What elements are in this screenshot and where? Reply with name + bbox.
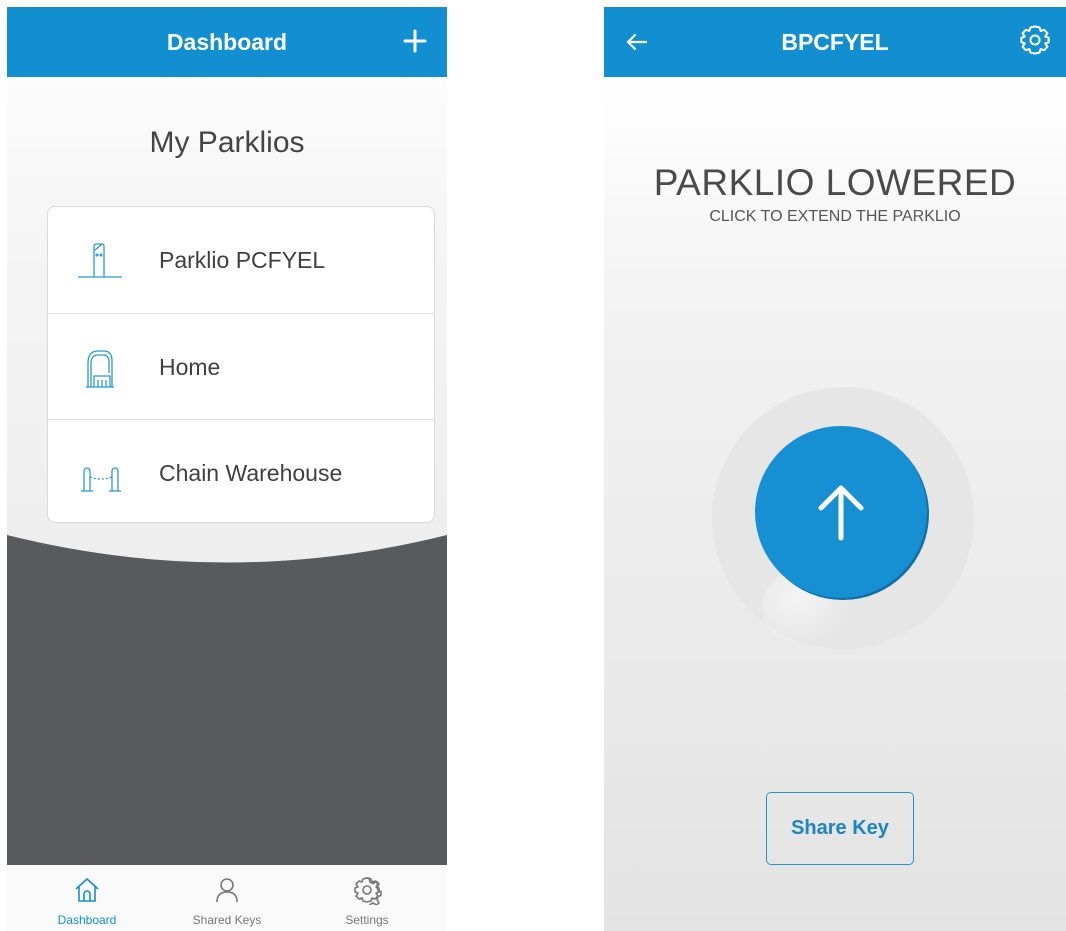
dashboard-app-bar: Dashboard [7, 7, 447, 77]
garage-gate-icon [86, 350, 114, 388]
parklio-list: Parklio PCFYEL Home Chain Warehouse [47, 206, 435, 523]
nav-label: Settings [345, 913, 389, 927]
section-title: My Parklios [149, 126, 305, 159]
nav-label: Dashboard [57, 913, 117, 927]
home-icon [75, 878, 99, 902]
gear-icon [354, 877, 382, 905]
nav-label: Shared Keys [192, 913, 262, 927]
list-item-home[interactable]: Home [48, 313, 434, 420]
status-hint: CLICK TO EXTEND THE PARKLIO [709, 208, 961, 225]
share-key-button[interactable]: Share Key [766, 792, 914, 865]
nav-item-shared-keys[interactable]: Shared Keys [167, 865, 287, 931]
chain-barrier-icon [81, 467, 121, 492]
dashboard-title: Dashboard [166, 29, 288, 55]
user-icon [216, 878, 238, 903]
status-title: PARKLIO LOWERED [653, 162, 1017, 203]
plus-icon[interactable] [399, 25, 431, 57]
extend-parklio-button[interactable] [755, 426, 927, 598]
detail-app-bar: BPCFYEL [604, 7, 1066, 77]
list-item-chain-warehouse[interactable]: Chain Warehouse [48, 419, 434, 522]
gear-icon[interactable] [1018, 23, 1052, 57]
list-item-label: Home [159, 354, 221, 380]
list-item-parklio-pcfyel[interactable]: Parklio PCFYEL [48, 207, 434, 313]
dashboard-screen: Dashboard My Parklios Parklio PCFYEL Hom… [7, 7, 447, 931]
list-item-label: Chain Warehouse [159, 460, 343, 486]
nav-item-settings[interactable]: Settings [307, 865, 427, 931]
detail-title: BPCFYEL [781, 29, 889, 55]
nav-item-dashboard[interactable]: Dashboard [27, 865, 147, 931]
list-item-label: Parklio PCFYEL [159, 247, 326, 273]
arrow-up-icon [818, 485, 864, 541]
bottom-nav: Dashboard Shared Keys Settings [7, 865, 447, 931]
dark-background-panel [7, 535, 447, 865]
device-detail-screen: BPCFYEL PARKLIO LOWERED CLICK TO EXTEND … [604, 7, 1066, 931]
parking-barrier-icon [78, 243, 122, 278]
